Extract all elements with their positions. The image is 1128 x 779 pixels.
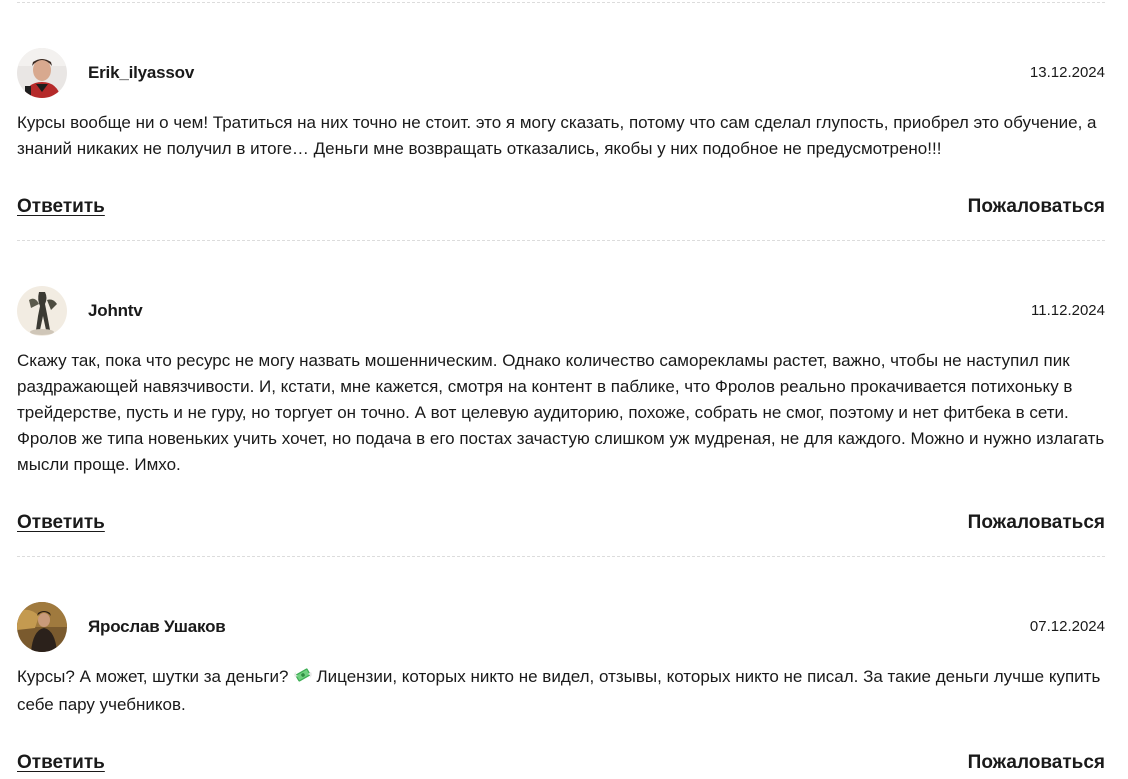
comment-actions: Ответить Пожаловаться	[17, 752, 1105, 778]
comment-author: Erik_ilyassov	[88, 63, 195, 82]
comment-actions: Ответить Пожаловаться	[17, 512, 1105, 538]
comment-text: Курсы? А может, шутки за деньги? Лицензии…	[17, 664, 1105, 718]
reply-link[interactable]: Ответить	[17, 752, 105, 774]
comment-author: Ярослав Ушаков	[88, 617, 226, 636]
comment-text: Скажу так, пока что ресурс не могу назва…	[17, 351, 1105, 474]
comment-item: Johntv 11.12.2024 Скажу так, пока что ре…	[17, 286, 1105, 538]
report-link[interactable]: Пожаловаться	[968, 196, 1105, 218]
comment-date: 07.12.2024	[1029, 618, 1105, 635]
comment-header: Erik_ilyassov 13.12.2024	[17, 48, 1105, 98]
comment-actions: Ответить Пожаловаться	[17, 196, 1105, 222]
comment-item: Ярослав Ушаков 07.12.2024 Курсы? А может…	[17, 602, 1105, 778]
comment-divider	[17, 2, 1105, 3]
avatar[interactable]	[17, 602, 67, 652]
comment-divider	[17, 240, 1105, 241]
comment-author: Johntv	[88, 301, 143, 320]
comment-divider	[17, 556, 1105, 557]
reply-link[interactable]: Ответить	[17, 512, 105, 534]
comment-item: Erik_ilyassov 13.12.2024 Курсы вообще ни…	[17, 48, 1105, 222]
report-link[interactable]: Пожаловаться	[968, 752, 1105, 774]
comment-text: Курсы вообще ни о чем! Тратиться на них …	[17, 113, 1097, 158]
comments-list: Erik_ilyassov 13.12.2024 Курсы вообще ни…	[17, 0, 1105, 778]
comment-date: 11.12.2024	[1031, 302, 1105, 319]
comment-date: 13.12.2024	[1029, 64, 1105, 81]
reply-link[interactable]: Ответить	[17, 196, 105, 218]
comment-header: Johntv 11.12.2024	[17, 286, 1105, 336]
avatar[interactable]	[17, 286, 67, 336]
comment-text-part: Курсы? А может, шутки за деньги?	[17, 667, 289, 686]
money-with-wings-icon	[293, 666, 313, 692]
avatar[interactable]	[17, 48, 67, 98]
comment-header: Ярослав Ушаков 07.12.2024	[17, 602, 1105, 652]
report-link[interactable]: Пожаловаться	[968, 512, 1105, 534]
